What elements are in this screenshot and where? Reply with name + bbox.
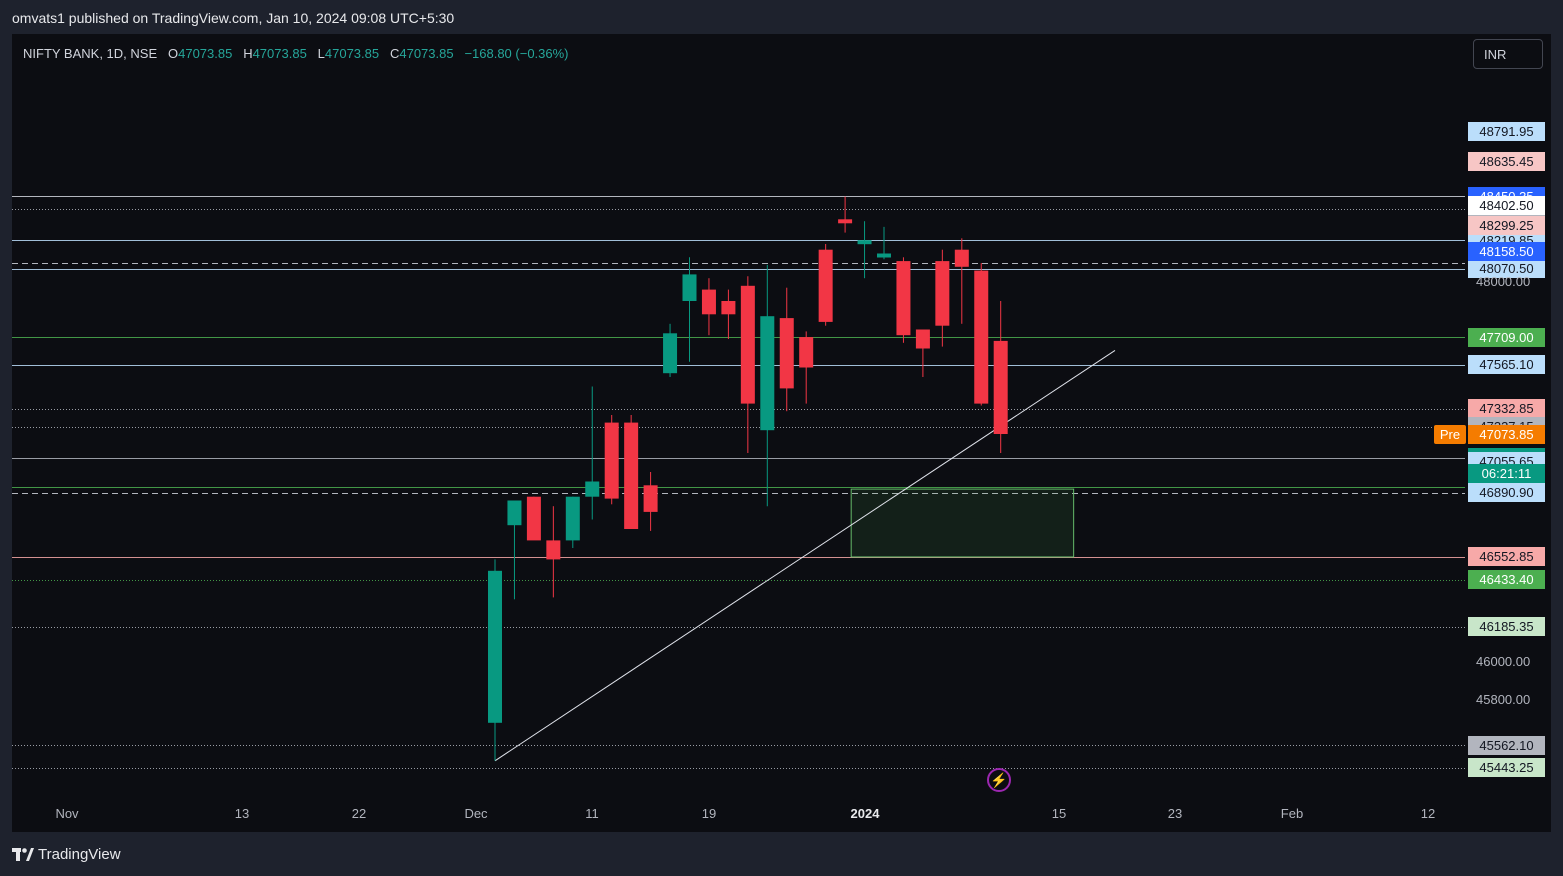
candle-body-25 (974, 270, 989, 404)
chart-canvas[interactable] (0, 0, 1563, 876)
demand-zone (850, 488, 1075, 558)
x-tick-0: Nov (55, 806, 79, 821)
y-tick-0: 48000.00 (1476, 274, 1531, 289)
candle-body-18 (838, 219, 853, 224)
price-label-17: 48791.95 (1468, 122, 1545, 142)
candle-body-16 (799, 337, 814, 368)
candle-body-6 (604, 422, 619, 499)
price-label-18: 48635.45 (1468, 151, 1545, 171)
close-key: C (389, 46, 400, 61)
x-tick-8: 23 (1167, 806, 1183, 821)
open-value: 47073.85 (178, 46, 233, 61)
currency-selector[interactable]: INR (1473, 39, 1543, 69)
candle-body-2 (526, 496, 541, 541)
candle-body-14 (760, 316, 775, 431)
price-label-11: 46890.90 (1468, 483, 1545, 503)
close-value: 47073.85 (399, 46, 454, 61)
candle-body-12 (721, 301, 736, 315)
ohlc-legend: NIFTY BANK, 1D, NSE O47073.85 H47073.85 … (23, 46, 569, 61)
x-tick-2: 22 (351, 806, 367, 821)
candle-body-20 (877, 253, 891, 258)
lightning-icon[interactable]: ⚡ (987, 768, 1011, 792)
x-tick-3: Dec (464, 806, 488, 821)
candle-body-22 (915, 329, 930, 349)
change-value: −168.80 (−0.36%) (464, 46, 569, 61)
tv-logo-icon (12, 847, 34, 861)
price-label-20: 48299.25 (1468, 215, 1545, 235)
price-label-14: 46185.35 (1468, 617, 1545, 637)
x-tick-9: Feb (1280, 806, 1304, 821)
price-label-19: 48402.50 (1468, 196, 1545, 216)
low-key: L (317, 46, 325, 61)
x-tick-6: 2024 (850, 806, 880, 821)
candle-body-11 (701, 289, 716, 315)
candle-body-24 (954, 249, 969, 267)
price-label-13: 46433.40 (1468, 570, 1545, 590)
x-tick-10: 12 (1420, 806, 1436, 821)
candle-body-15 (779, 318, 794, 389)
high-key: H (243, 46, 253, 61)
open-key: O (167, 46, 179, 61)
price-label-12: 46552.85 (1468, 547, 1545, 567)
x-tick-1: 13 (234, 806, 250, 821)
candle-body-19 (857, 240, 872, 245)
candle-body-7 (624, 422, 639, 529)
low-value: 47073.85 (324, 46, 380, 61)
premarket-badge: Pre (1434, 425, 1466, 444)
x-tick-5: 19 (701, 806, 717, 821)
brand-label: TradingView (38, 846, 121, 863)
bar-countdown: 06:21:11 (1468, 464, 1545, 483)
x-tick-4: 11 (585, 806, 599, 821)
candle-body-1 (507, 500, 522, 526)
candle-body-3 (546, 540, 561, 560)
symbol-label[interactable]: NIFTY BANK, 1D, NSE (23, 46, 157, 61)
price-label-16: 45443.25 (1468, 758, 1545, 778)
y-tick-2: 45800.00 (1476, 692, 1531, 707)
candle-body-4 (565, 496, 580, 541)
candle-body-23 (935, 261, 950, 326)
price-label-15: 45562.10 (1468, 735, 1545, 755)
price-label-21: 48158.50 (1468, 242, 1545, 262)
price-label-5: 47709.00 (1468, 327, 1545, 347)
candle-body-21 (896, 261, 911, 336)
y-tick-1: 46000.00 (1476, 654, 1531, 669)
candle-body-13 (740, 285, 755, 404)
candle-body-26 (993, 340, 1008, 434)
price-label-7: 47332.85 (1468, 399, 1545, 419)
candle-body-10 (682, 274, 697, 301)
candle-body-5 (585, 481, 600, 497)
premarket-price-label: 47073.85 (1468, 425, 1545, 444)
high-value: 47073.85 (252, 46, 307, 61)
candle-body-0 (488, 570, 502, 723)
x-tick-7: 15 (1051, 806, 1067, 821)
candle-body-9 (663, 333, 678, 374)
tradingview-logo[interactable]: TradingView (12, 846, 121, 863)
candle-body-17 (818, 249, 833, 322)
price-label-6: 47565.10 (1468, 355, 1545, 375)
candle-body-8 (643, 485, 658, 512)
